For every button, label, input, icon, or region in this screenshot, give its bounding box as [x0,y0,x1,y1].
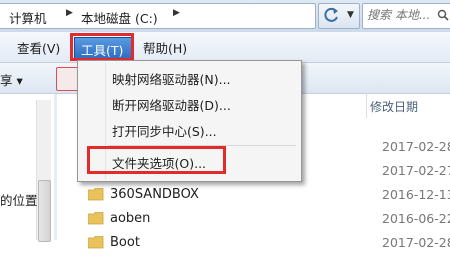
folder-icon [88,212,104,225]
breadcrumb-computer[interactable]: 计算机 [9,8,47,27]
menu-view[interactable]: 查看(V) [17,38,60,57]
search-input[interactable] [367,7,433,23]
folder-icon [88,188,104,201]
breadcrumb-local-disk[interactable]: 本地磁盘 (C:) [81,8,158,27]
address-bar-row: 计算机 ▶ 本地磁盘 (C:) ▶ ▼ [0,0,450,33]
menu-bar: 查看(V) 帮助(H) [0,32,450,63]
menu-item-map-network-drive[interactable]: 映射网络驱动器(N)... [112,69,231,88]
refresh-button[interactable]: ▼ [318,3,360,29]
file-name: 360SANDBOX [110,187,199,202]
file-date: 2017-02-28 [382,235,450,250]
chevron-down-icon[interactable]: ▼ [347,10,354,20]
menu-help[interactable]: 帮助(H) [143,38,187,57]
file-date: 2017-02-28 [382,139,450,154]
nav-scrollbar[interactable] [36,100,51,242]
highlight-box-tools [70,33,134,61]
file-date: 2016-06-22 [382,211,450,226]
nav-item-locations[interactable]: 的位置 [0,190,38,209]
chevron-right-icon[interactable]: ▶ [173,8,180,18]
menu-item-disconnect-network-drive[interactable]: 断开网络驱动器(D)... [112,95,231,114]
folder-icon [88,236,104,249]
file-row[interactable]: aoben 2016-06-22 [80,208,450,232]
file-date: 2016-12-13 [382,187,450,202]
chevron-right-icon[interactable]: ▶ [66,8,73,18]
menu-item-open-sync-center[interactable]: 打开同步中心(S)... [112,121,217,140]
file-name: aoben [110,211,151,226]
column-header-date[interactable]: 修改日期 [370,98,418,115]
search-box[interactable] [362,3,450,29]
nav-scrollbar-thumb[interactable] [38,180,51,242]
refresh-icon [324,7,338,22]
file-row[interactable]: Boot 2017-02-28 [80,232,450,256]
address-bar[interactable]: 计算机 ▶ 本地磁盘 (C:) ▶ [0,3,316,29]
search-icon [437,9,449,21]
file-row[interactable]: 360SANDBOX 2016-12-13 [80,184,450,208]
file-date: 2017-02-27 [382,163,450,178]
file-name: Boot [110,235,140,250]
highlight-box-folder-options [87,146,226,174]
share-button[interactable]: 享 ▾ [0,70,23,89]
column-separator[interactable] [366,94,367,118]
pane-splitter[interactable] [54,94,57,240]
